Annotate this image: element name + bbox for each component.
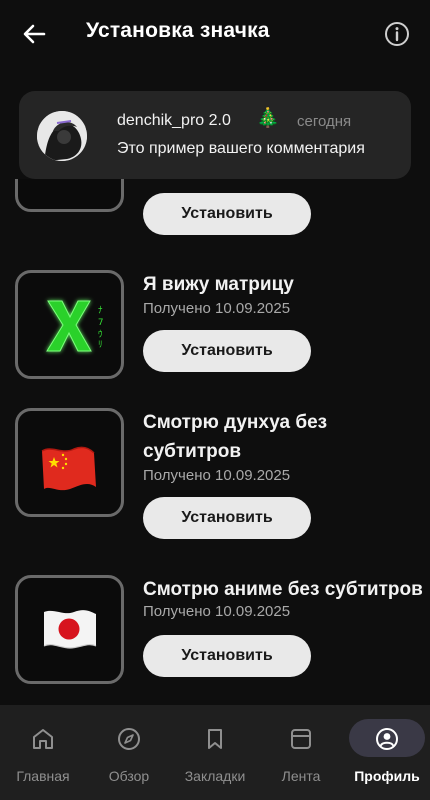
page-title: Установка значка bbox=[86, 19, 270, 42]
home-icon bbox=[33, 729, 53, 749]
install-button[interactable]: Установить bbox=[143, 635, 311, 677]
svg-text:ﾘ: ﾘ bbox=[98, 340, 103, 350]
comment-time: сегодня bbox=[297, 113, 352, 130]
svg-text:7: 7 bbox=[98, 318, 103, 328]
nav-home[interactable]: Главная bbox=[0, 705, 86, 800]
bottom-navigation: Главная Обзор Закладки Лента Профиль bbox=[0, 705, 430, 800]
badge-name: Я вижу матрицу bbox=[143, 274, 294, 295]
badge-list[interactable]: Установить ﾅ 7 ｳ ﾘ Я вижу матрицу Получе… bbox=[0, 179, 430, 705]
badge-tile: ﾅ 7 ｳ ﾘ bbox=[15, 270, 124, 379]
install-button[interactable]: Установить bbox=[143, 193, 311, 235]
badge-name-line-2: субтитров bbox=[143, 441, 242, 462]
china-flag-icon bbox=[41, 446, 96, 491]
info-button[interactable] bbox=[383, 20, 411, 48]
badge-received-date: Получено 10.09.2025 bbox=[143, 300, 291, 317]
badge-tile bbox=[15, 575, 124, 684]
badge-name: Смотрю аниме без субтитров bbox=[143, 579, 423, 600]
comment-preview: denchik_pro 2.0 🎄 сегодня Это пример ваш… bbox=[19, 91, 411, 179]
japan-flag-icon bbox=[43, 610, 97, 649]
badge-received-date: Получено 10.09.2025 bbox=[143, 603, 291, 620]
nav-label: Обзор bbox=[108, 768, 150, 784]
nav-label: Главная bbox=[16, 768, 70, 784]
badge-received-date: Получено 10.09.2025 bbox=[143, 467, 291, 484]
nav-feed[interactable]: Лента bbox=[258, 705, 344, 800]
nav-explore[interactable]: Обзор bbox=[86, 705, 172, 800]
back-button[interactable] bbox=[20, 20, 48, 48]
badge-name-line-1: Смотрю дунхуа без bbox=[143, 412, 328, 433]
comment-text: Это пример вашего комментария bbox=[117, 140, 365, 157]
comment-username: denchik_pro 2.0 bbox=[117, 112, 231, 129]
compass-icon bbox=[118, 728, 140, 750]
nav-label: Закладки bbox=[184, 768, 246, 784]
user-badge: 🎄 bbox=[256, 108, 280, 129]
badge-tile bbox=[15, 408, 124, 517]
install-button[interactable]: Установить bbox=[143, 497, 311, 539]
nav-profile[interactable]: Профиль bbox=[344, 705, 430, 800]
arrow-left-icon bbox=[23, 24, 46, 44]
svg-text:ｳ: ｳ bbox=[98, 329, 103, 340]
info-icon bbox=[385, 22, 409, 46]
install-button[interactable]: Установить bbox=[143, 330, 311, 372]
avatar bbox=[37, 111, 87, 161]
badge-tile bbox=[15, 179, 124, 212]
nav-label: Профиль bbox=[354, 768, 420, 784]
matrix-x-icon: ﾅ 7 ｳ ﾘ bbox=[46, 300, 103, 352]
profile-icon bbox=[376, 728, 398, 750]
bookmark-icon bbox=[208, 729, 222, 749]
nav-label: Лента bbox=[281, 768, 321, 784]
top-bar: Установка значка bbox=[0, 0, 430, 66]
nav-bookmarks[interactable]: Закладки bbox=[172, 705, 258, 800]
feed-icon bbox=[291, 729, 311, 749]
svg-text:ﾅ: ﾅ bbox=[98, 305, 103, 316]
